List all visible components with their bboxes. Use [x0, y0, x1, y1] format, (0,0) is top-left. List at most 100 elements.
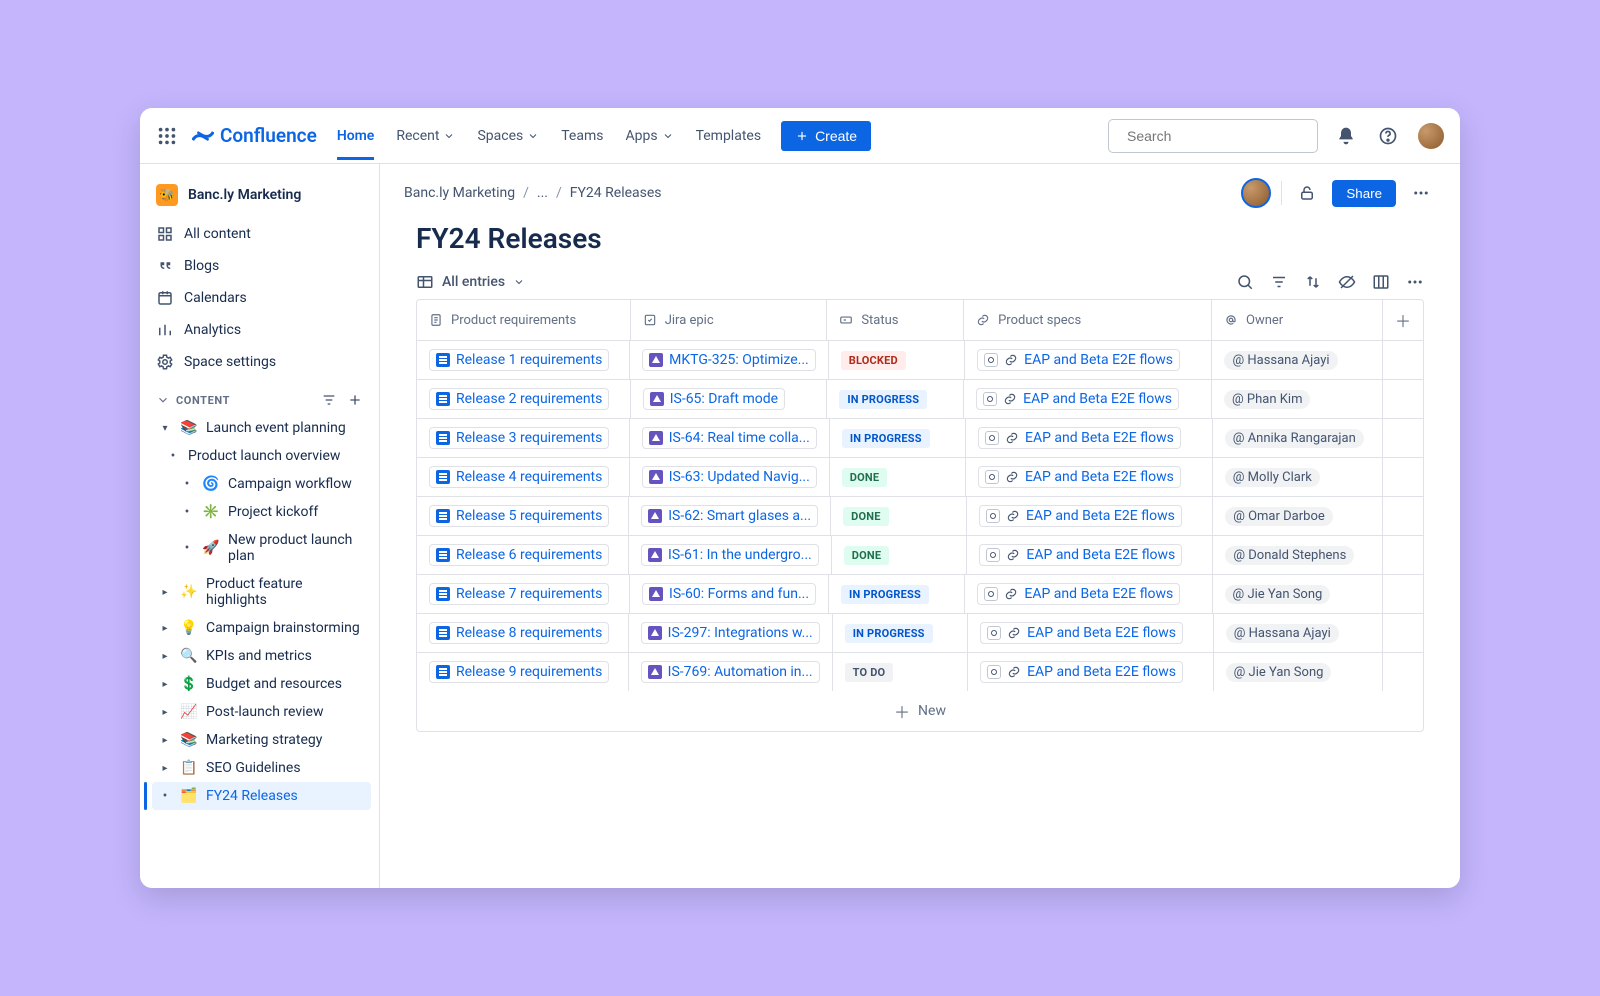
- cell-product-requirements[interactable]: Release 9 requirements: [417, 653, 629, 691]
- cell-owner[interactable]: @ Omar Darboe: [1213, 497, 1383, 535]
- app-switcher-icon[interactable]: [156, 125, 178, 147]
- cell-jira-epic[interactable]: IS-60: Forms and fun...: [630, 575, 829, 613]
- search-field[interactable]: [1127, 128, 1308, 144]
- create-button[interactable]: Create: [781, 121, 871, 151]
- cell-owner[interactable]: @ Donald Stephens: [1213, 536, 1383, 574]
- chevron-down-icon[interactable]: [156, 393, 170, 407]
- tree-item[interactable]: •🌀Campaign workflow: [152, 470, 371, 498]
- nav-item-spaces[interactable]: Spaces: [477, 112, 539, 160]
- search-input[interactable]: [1108, 119, 1318, 153]
- cell-product-requirements[interactable]: Release 2 requirements: [417, 380, 631, 418]
- restrictions-icon[interactable]: [1292, 178, 1322, 208]
- cell-product-requirements[interactable]: Release 3 requirements: [417, 419, 630, 457]
- tree-item[interactable]: ▸🔍KPIs and metrics: [152, 642, 371, 670]
- author-avatar[interactable]: [1241, 178, 1271, 208]
- cell-jira-epic[interactable]: IS-297: Integrations w...: [629, 614, 833, 652]
- more-actions-icon[interactable]: [1406, 178, 1436, 208]
- cell-product-requirements[interactable]: Release 7 requirements: [417, 575, 630, 613]
- cell-status[interactable]: IN PROGRESS: [830, 419, 966, 457]
- db-filter-icon[interactable]: [1270, 273, 1288, 291]
- add-column-button[interactable]: ＋: [1383, 300, 1423, 340]
- cell-status[interactable]: IN PROGRESS: [827, 380, 964, 418]
- chevron-down-icon[interactable]: ▾: [158, 423, 172, 434]
- nav-item-home[interactable]: Home: [337, 112, 375, 160]
- space-title[interactable]: 🐝 Banc.ly Marketing: [148, 178, 371, 218]
- chevron-right-icon[interactable]: ▸: [158, 707, 172, 718]
- breadcrumb-part[interactable]: Banc.ly Marketing: [404, 185, 515, 201]
- nav-item-teams[interactable]: Teams: [561, 112, 603, 160]
- cell-jira-epic[interactable]: IS-64: Real time colla...: [630, 419, 830, 457]
- db-search-icon[interactable]: [1236, 273, 1254, 291]
- view-selector[interactable]: All entries: [416, 273, 525, 291]
- confluence-logo[interactable]: Confluence: [192, 124, 317, 147]
- cell-owner[interactable]: @ Molly Clark: [1213, 458, 1383, 496]
- profile-avatar[interactable]: [1418, 123, 1444, 149]
- tree-item[interactable]: ▸💡Campaign brainstorming: [152, 614, 371, 642]
- cell-jira-epic[interactable]: IS-62: Smart glases a...: [629, 497, 831, 535]
- nav-item-recent[interactable]: Recent: [396, 112, 455, 160]
- cell-status[interactable]: BLOCKED: [829, 341, 965, 379]
- tree-item[interactable]: ▸✨Product feature highlights: [152, 570, 371, 614]
- chevron-right-icon[interactable]: ▸: [158, 623, 172, 634]
- db-hide-icon[interactable]: [1338, 273, 1356, 291]
- new-row[interactable]: ＋ New: [417, 691, 1423, 731]
- chevron-right-icon[interactable]: ▸: [158, 679, 172, 690]
- cell-jira-epic[interactable]: IS-769: Automation in...: [629, 653, 833, 691]
- cell-product-requirements[interactable]: Release 8 requirements: [417, 614, 629, 652]
- column-header[interactable]: Status: [827, 300, 964, 340]
- cell-product-specs[interactable]: EAP and Beta E2E flows: [965, 575, 1212, 613]
- cell-product-requirements[interactable]: Release 4 requirements: [417, 458, 630, 496]
- tree-item[interactable]: •🚀New product launch plan: [152, 526, 371, 570]
- breadcrumb-part[interactable]: ...: [537, 185, 548, 201]
- help-icon[interactable]: [1374, 122, 1402, 150]
- notifications-icon[interactable]: [1332, 122, 1360, 150]
- cell-product-specs[interactable]: EAP and Beta E2E flows: [968, 653, 1214, 691]
- db-sort-icon[interactable]: [1304, 273, 1322, 291]
- cell-jira-epic[interactable]: IS-61: In the undergro...: [629, 536, 832, 574]
- cell-owner[interactable]: @ Jie Yan Song: [1214, 653, 1383, 691]
- sidebar-link-blogs[interactable]: Blogs: [148, 250, 371, 282]
- add-content-icon[interactable]: [347, 392, 363, 408]
- tree-item[interactable]: •🗂️FY24 Releases: [152, 782, 371, 810]
- chevron-right-icon[interactable]: ▸: [158, 735, 172, 746]
- share-button[interactable]: Share: [1332, 180, 1396, 207]
- sidebar-link-space-settings[interactable]: Space settings: [148, 346, 371, 378]
- column-header[interactable]: Jira epic: [631, 300, 828, 340]
- db-layout-icon[interactable]: [1372, 273, 1390, 291]
- cell-status[interactable]: DONE: [830, 458, 966, 496]
- column-header[interactable]: Owner: [1212, 300, 1383, 340]
- chevron-right-icon[interactable]: ▸: [158, 763, 172, 774]
- column-header[interactable]: Product specs: [964, 300, 1212, 340]
- cell-owner[interactable]: @ Jie Yan Song: [1213, 575, 1383, 613]
- cell-status[interactable]: IN PROGRESS: [833, 614, 968, 652]
- sidebar-link-calendars[interactable]: Calendars: [148, 282, 371, 314]
- cell-status[interactable]: IN PROGRESS: [829, 575, 965, 613]
- cell-product-specs[interactable]: EAP and Beta E2E flows: [967, 497, 1213, 535]
- cell-jira-epic[interactable]: MKTG-325: Optimize...: [630, 341, 829, 379]
- sidebar-link-analytics[interactable]: Analytics: [148, 314, 371, 346]
- filter-icon[interactable]: [321, 392, 337, 408]
- cell-product-specs[interactable]: EAP and Beta E2E flows: [966, 419, 1213, 457]
- cell-status[interactable]: DONE: [832, 536, 968, 574]
- cell-jira-epic[interactable]: IS-65: Draft mode: [631, 380, 828, 418]
- cell-product-specs[interactable]: EAP and Beta E2E flows: [967, 536, 1213, 574]
- tree-item[interactable]: ▸📚Marketing strategy: [152, 726, 371, 754]
- column-header[interactable]: Product requirements: [417, 300, 631, 340]
- cell-product-requirements[interactable]: Release 6 requirements: [417, 536, 629, 574]
- nav-item-apps[interactable]: Apps: [625, 112, 673, 160]
- nav-item-templates[interactable]: Templates: [696, 112, 762, 160]
- cell-product-specs[interactable]: EAP and Beta E2E flows: [968, 614, 1214, 652]
- cell-product-specs[interactable]: EAP and Beta E2E flows: [966, 458, 1213, 496]
- cell-owner[interactable]: @ Annika Rangarajan: [1213, 419, 1383, 457]
- cell-product-specs[interactable]: EAP and Beta E2E flows: [964, 380, 1212, 418]
- db-more-icon[interactable]: [1406, 273, 1424, 291]
- tree-item[interactable]: ▸📋SEO Guidelines: [152, 754, 371, 782]
- cell-product-specs[interactable]: EAP and Beta E2E flows: [965, 341, 1212, 379]
- cell-product-requirements[interactable]: Release 1 requirements: [417, 341, 630, 379]
- cell-jira-epic[interactable]: IS-63: Updated Navig...: [630, 458, 830, 496]
- sidebar-link-all-content[interactable]: All content: [148, 218, 371, 250]
- tree-item[interactable]: •Product launch overview: [152, 442, 371, 470]
- tree-item[interactable]: ▸💲Budget and resources: [152, 670, 371, 698]
- cell-owner[interactable]: @ Phan Kim: [1212, 380, 1383, 418]
- chevron-right-icon[interactable]: ▸: [158, 587, 172, 598]
